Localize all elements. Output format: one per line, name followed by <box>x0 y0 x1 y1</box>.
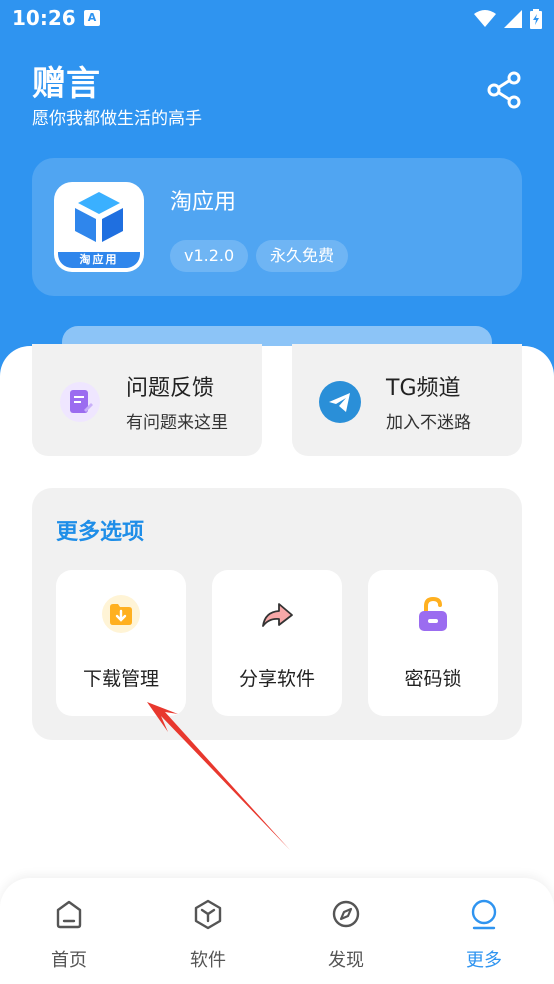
share-software-label: 分享软件 <box>238 668 315 690</box>
status-time: 10:26 <box>12 6 76 30</box>
a-icon: A <box>84 10 100 26</box>
more-icon <box>471 899 497 930</box>
nav-home-label: 首页 <box>51 950 87 971</box>
nav-discover[interactable]: 发现 <box>301 898 391 974</box>
feedback-icon <box>60 382 100 422</box>
status-bar: 10:26 A <box>0 0 554 38</box>
share-software-button[interactable]: 分享软件 <box>212 570 342 716</box>
telegram-subtitle: 加入不迷路 <box>386 413 471 433</box>
compass-icon <box>332 900 360 928</box>
software-icon <box>194 899 222 930</box>
signal-icon <box>504 10 522 28</box>
nav-software-label: 软件 <box>190 950 226 971</box>
nav-discover-label: 发现 <box>328 950 364 971</box>
share-arrow-icon <box>262 603 293 627</box>
status-icons <box>474 8 542 30</box>
feedback-subtitle: 有问题来这里 <box>126 413 228 433</box>
share-button[interactable] <box>486 70 524 110</box>
more-options-heading: 更多选项 <box>56 520 145 545</box>
password-lock-label: 密码锁 <box>404 668 462 690</box>
home-icon <box>56 900 82 929</box>
telegram-icon <box>319 381 361 423</box>
free-badge: 永久免费 <box>256 240 349 272</box>
telegram-card[interactable]: TG频道 加入不迷路 <box>292 344 522 456</box>
app-logo: 淘应用 <box>54 182 144 272</box>
logo-label: 淘应用 <box>58 252 140 268</box>
page-title: 赠言 <box>32 64 100 104</box>
download-manager-label: 下载管理 <box>82 668 159 690</box>
nav-more-label: 更多 <box>466 950 502 971</box>
app-name: 淘应用 <box>170 190 237 215</box>
password-lock-button[interactable]: 密码锁 <box>368 570 498 716</box>
nav-software[interactable]: 软件 <box>163 898 253 974</box>
version-badge: v1.2.0 <box>170 240 249 272</box>
download-manager-button[interactable]: 下载管理 <box>56 570 186 716</box>
share-icon <box>487 71 521 109</box>
feedback-title: 问题反馈 <box>126 376 215 401</box>
nav-home[interactable]: 首页 <box>24 898 114 974</box>
more-options-panel: 更多选项 下载管理 分享软件 密码锁 <box>32 488 522 740</box>
download-folder-icon <box>102 595 140 633</box>
nav-more[interactable]: 更多 <box>439 898 529 974</box>
wifi-icon <box>474 10 496 27</box>
feedback-card[interactable]: 问题反馈 有问题来这里 <box>32 344 262 456</box>
telegram-title: TG频道 <box>386 376 461 401</box>
battery-charging-icon <box>530 9 542 29</box>
lock-icon <box>419 596 447 631</box>
bottom-navigation: 首页 软件 发现 更多 <box>0 878 554 984</box>
app-info-card[interactable]: 淘应用 淘应用 v1.2.0 永久免费 <box>32 158 522 296</box>
page-subtitle: 愿你我都做生活的高手 <box>32 109 202 129</box>
